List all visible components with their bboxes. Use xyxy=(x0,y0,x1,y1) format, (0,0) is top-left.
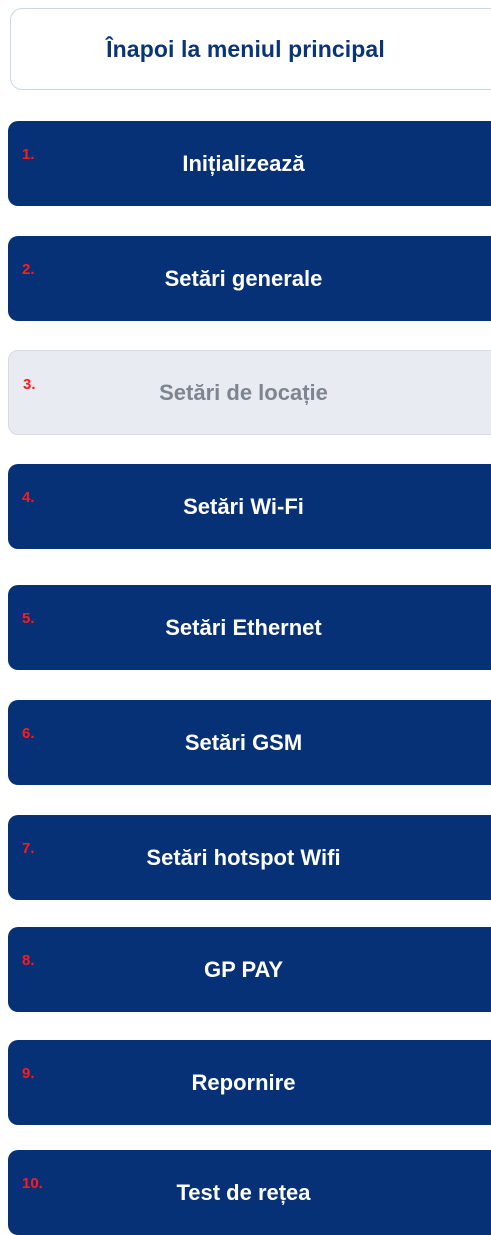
menu-item-label: GP PAY xyxy=(203,956,284,982)
menu-item-number: 2. xyxy=(22,261,35,278)
menu-item-hotspot-settings[interactable]: 7. Setări hotspot Wifi xyxy=(8,815,491,900)
menu-item-label: Inițializează xyxy=(182,150,305,176)
menu-item-initialize[interactable]: 1. Inițializează xyxy=(8,121,491,206)
menu-item-number: 10. xyxy=(22,1175,43,1192)
menu-item-number: 6. xyxy=(22,725,35,742)
menu-item-number: 5. xyxy=(22,610,35,627)
menu-item-gsm-settings[interactable]: 6. Setări GSM xyxy=(8,700,491,785)
settings-menu-list: 1. Inițializează 2. Setări generale 3. S… xyxy=(0,0,491,1235)
menu-item-number: 4. xyxy=(22,489,35,506)
menu-item-label: Setări de locație xyxy=(159,379,328,405)
menu-item-label: Setări hotspot Wifi xyxy=(146,844,341,870)
menu-item-label: Setări generale xyxy=(164,265,323,291)
menu-item-label: Test de rețea xyxy=(176,1179,311,1205)
menu-item-label: Setări Ethernet xyxy=(165,614,322,640)
menu-item-number: 1. xyxy=(22,146,35,163)
menu-item-number: 9. xyxy=(22,1065,35,1082)
menu-item-ethernet-settings[interactable]: 5. Setări Ethernet xyxy=(8,585,491,670)
menu-item-wifi-settings[interactable]: 4. Setări Wi-Fi xyxy=(8,464,491,549)
menu-item-label: Setări GSM xyxy=(184,729,303,755)
menu-item-number: 7. xyxy=(22,840,35,857)
menu-item-restart[interactable]: 9. Repornire xyxy=(8,1040,491,1125)
menu-item-gp-pay[interactable]: 8. GP PAY xyxy=(8,927,491,1012)
menu-item-location-settings: 3. Setări de locație xyxy=(8,350,491,435)
menu-item-network-test[interactable]: 10. Test de rețea xyxy=(8,1150,491,1235)
menu-item-number: 3. xyxy=(23,376,36,393)
menu-item-general-settings[interactable]: 2. Setări generale xyxy=(8,236,491,321)
menu-item-label: Setări Wi-Fi xyxy=(183,493,304,519)
menu-item-label: Repornire xyxy=(191,1069,296,1095)
menu-item-number: 8. xyxy=(22,952,35,969)
